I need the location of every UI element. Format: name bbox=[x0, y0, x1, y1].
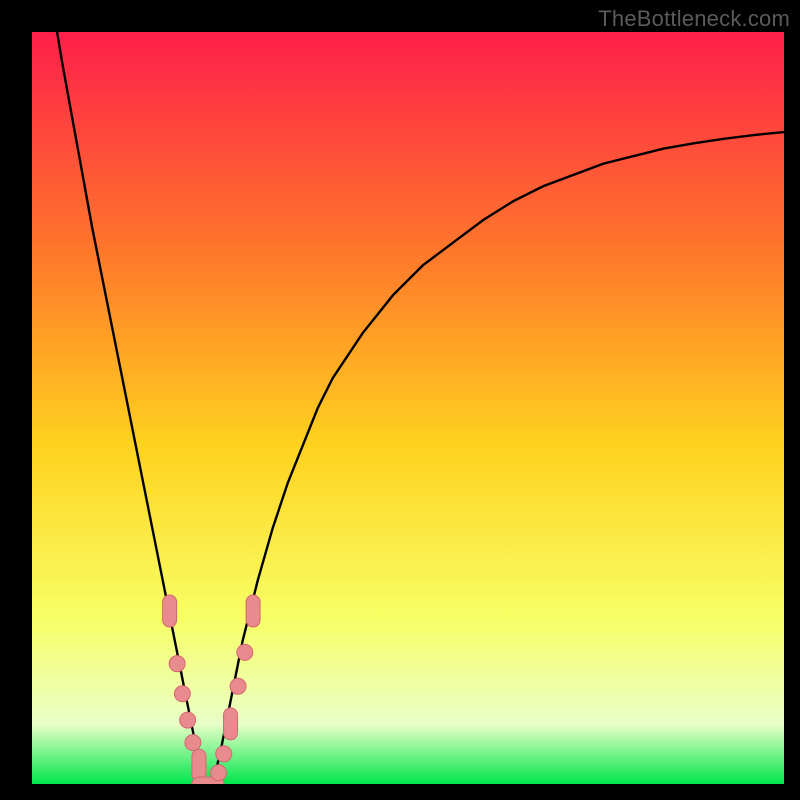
curve-marker bbox=[211, 765, 227, 781]
curve-marker bbox=[185, 735, 201, 751]
curve-marker bbox=[246, 595, 260, 627]
gradient-background bbox=[32, 32, 784, 784]
curve-marker bbox=[216, 746, 232, 762]
curve-marker bbox=[192, 749, 206, 781]
curve-marker bbox=[163, 595, 177, 627]
bottleneck-chart bbox=[0, 0, 800, 800]
curve-marker bbox=[230, 678, 246, 694]
curve-marker bbox=[224, 708, 238, 740]
curve-marker bbox=[174, 686, 190, 702]
watermark-text: TheBottleneck.com bbox=[598, 6, 790, 32]
curve-marker bbox=[237, 644, 253, 660]
chart-frame: TheBottleneck.com bbox=[0, 0, 800, 800]
curve-marker bbox=[169, 656, 185, 672]
curve-marker bbox=[180, 712, 196, 728]
